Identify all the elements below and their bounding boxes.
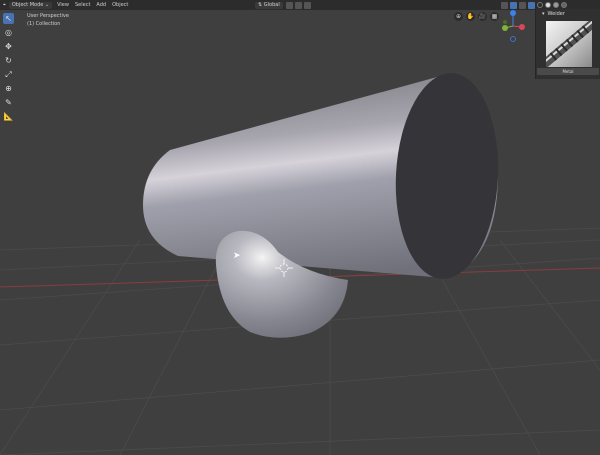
grid-icon[interactable]: ▦ (490, 12, 499, 21)
navigation-gizmo (502, 10, 525, 42)
tool-shelf: ↖ ◎ ✥ ↻ ⤢ ⊕ ✎ 📐 (3, 13, 14, 122)
camera-icon[interactable]: 🎥 (478, 12, 487, 21)
mouse-pointer-icon: ➤ (233, 251, 241, 261)
cursor-icon[interactable]: ◎ (3, 27, 14, 38)
preview-panel: ▾ Weider Metal (535, 9, 600, 79)
3d-viewport[interactable]: ➤ (0, 0, 600, 455)
rotate-icon[interactable]: ↻ (3, 55, 14, 66)
pivot-icon[interactable] (285, 1, 293, 9)
collection-name: (1) Collection (27, 21, 61, 27)
visibility-icon[interactable] (501, 1, 508, 9)
mode-dropdown[interactable]: Object Mode ⌄ (8, 1, 53, 9)
move-icon[interactable]: ✥ (3, 41, 14, 52)
menu-view[interactable]: View (54, 0, 72, 10)
menu-select[interactable]: Select (72, 0, 93, 10)
viewport-info: User Perspective (1) Collection (27, 12, 69, 28)
transform-orientation-dropdown[interactable]: ⇅ Global (255, 1, 283, 9)
material-preview-image (546, 21, 592, 67)
preview-name-button[interactable]: Metal (537, 68, 599, 75)
measure-icon[interactable]: 📐 (3, 111, 14, 122)
pan-hand-icon[interactable]: ✋ (466, 12, 475, 21)
navigation-buttons: ⊕ ✋ 🎥 ▦ (454, 12, 499, 21)
viewport-header: ⌖ Object Mode ⌄ View Select Add Object ⇅… (0, 0, 600, 10)
panel-title: Weider (547, 11, 565, 17)
view-name: User Perspective (27, 13, 69, 19)
scene-canvas[interactable] (0, 0, 600, 455)
rendered-shading-icon[interactable] (561, 2, 567, 8)
panel-header[interactable]: ▾ Weider (536, 9, 600, 19)
snap-icon[interactable] (294, 1, 302, 9)
gizmo-toggle-icon[interactable] (510, 1, 517, 9)
zoom-icon[interactable]: ⊕ (454, 12, 463, 21)
xray-icon[interactable] (528, 1, 535, 9)
wireframe-shading-icon[interactable] (537, 2, 543, 8)
preview-rod-image (546, 21, 592, 67)
proportional-edit-icon[interactable] (303, 1, 311, 9)
select-icon[interactable]: ↖ (3, 13, 14, 24)
menu-object[interactable]: Object (109, 0, 131, 10)
overlay-icon[interactable] (519, 1, 526, 9)
menu-add[interactable]: Add (93, 0, 109, 10)
editor-type-icon[interactable]: ⌖ (0, 0, 9, 10)
mode-label: Object Mode (11, 2, 44, 8)
chevron-down-icon: ⌄ (43, 2, 50, 8)
transform-icon[interactable]: ⊕ (3, 83, 14, 94)
solid-shading-icon[interactable] (545, 2, 551, 8)
annotate-icon[interactable]: ✎ (3, 97, 14, 108)
scale-icon[interactable]: ⤢ (3, 69, 14, 80)
orientation-label: Global (263, 2, 280, 8)
material-shading-icon[interactable] (553, 2, 559, 8)
chevron-down-icon: ▾ (542, 11, 545, 17)
header-right-tools: ⇅ Global (255, 0, 312, 10)
